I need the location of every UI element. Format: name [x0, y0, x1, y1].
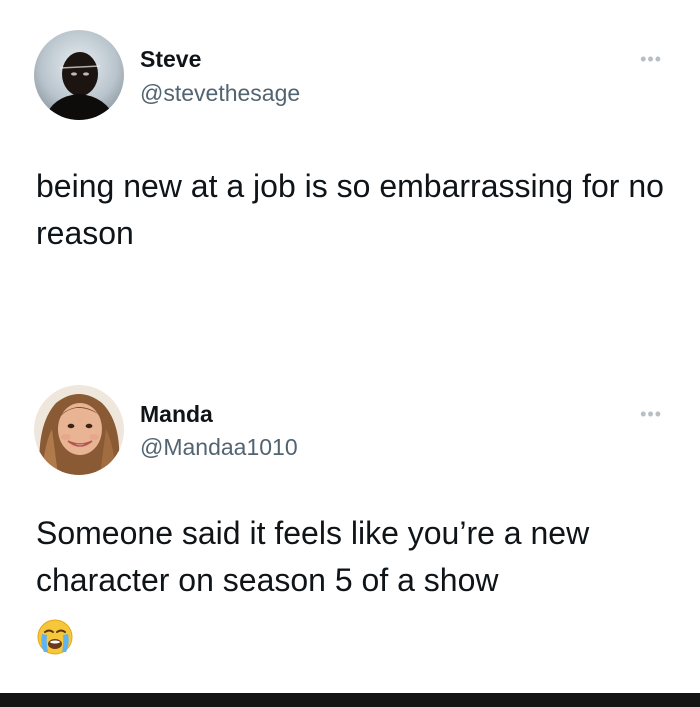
tweet-steve[interactable]: Steve @stevethesage ••• being new at a j…: [0, 0, 700, 340]
user-handle[interactable]: @stevethesage: [140, 80, 300, 107]
steve-avatar[interactable]: [34, 30, 124, 120]
display-name[interactable]: Steve: [140, 46, 201, 73]
loudly-crying-face-icon: [36, 618, 74, 656]
user-handle[interactable]: @Mandaa1010: [140, 434, 298, 461]
manda-avatar[interactable]: [34, 385, 124, 475]
manda-avatar-image: [34, 385, 124, 475]
steve-avatar-image: [34, 30, 124, 120]
bottom-bar: [0, 693, 700, 707]
display-name[interactable]: Manda: [140, 401, 213, 428]
tweet-manda[interactable]: Manda @Mandaa1010 ••• Someone said it fe…: [0, 350, 700, 690]
tweet-text: Someone said it feels like you’re a new …: [36, 515, 590, 598]
more-options-icon[interactable]: •••: [640, 405, 662, 423]
tweet-text: being new at a job is so embarrassing fo…: [36, 168, 664, 251]
more-options-icon[interactable]: •••: [640, 50, 662, 68]
